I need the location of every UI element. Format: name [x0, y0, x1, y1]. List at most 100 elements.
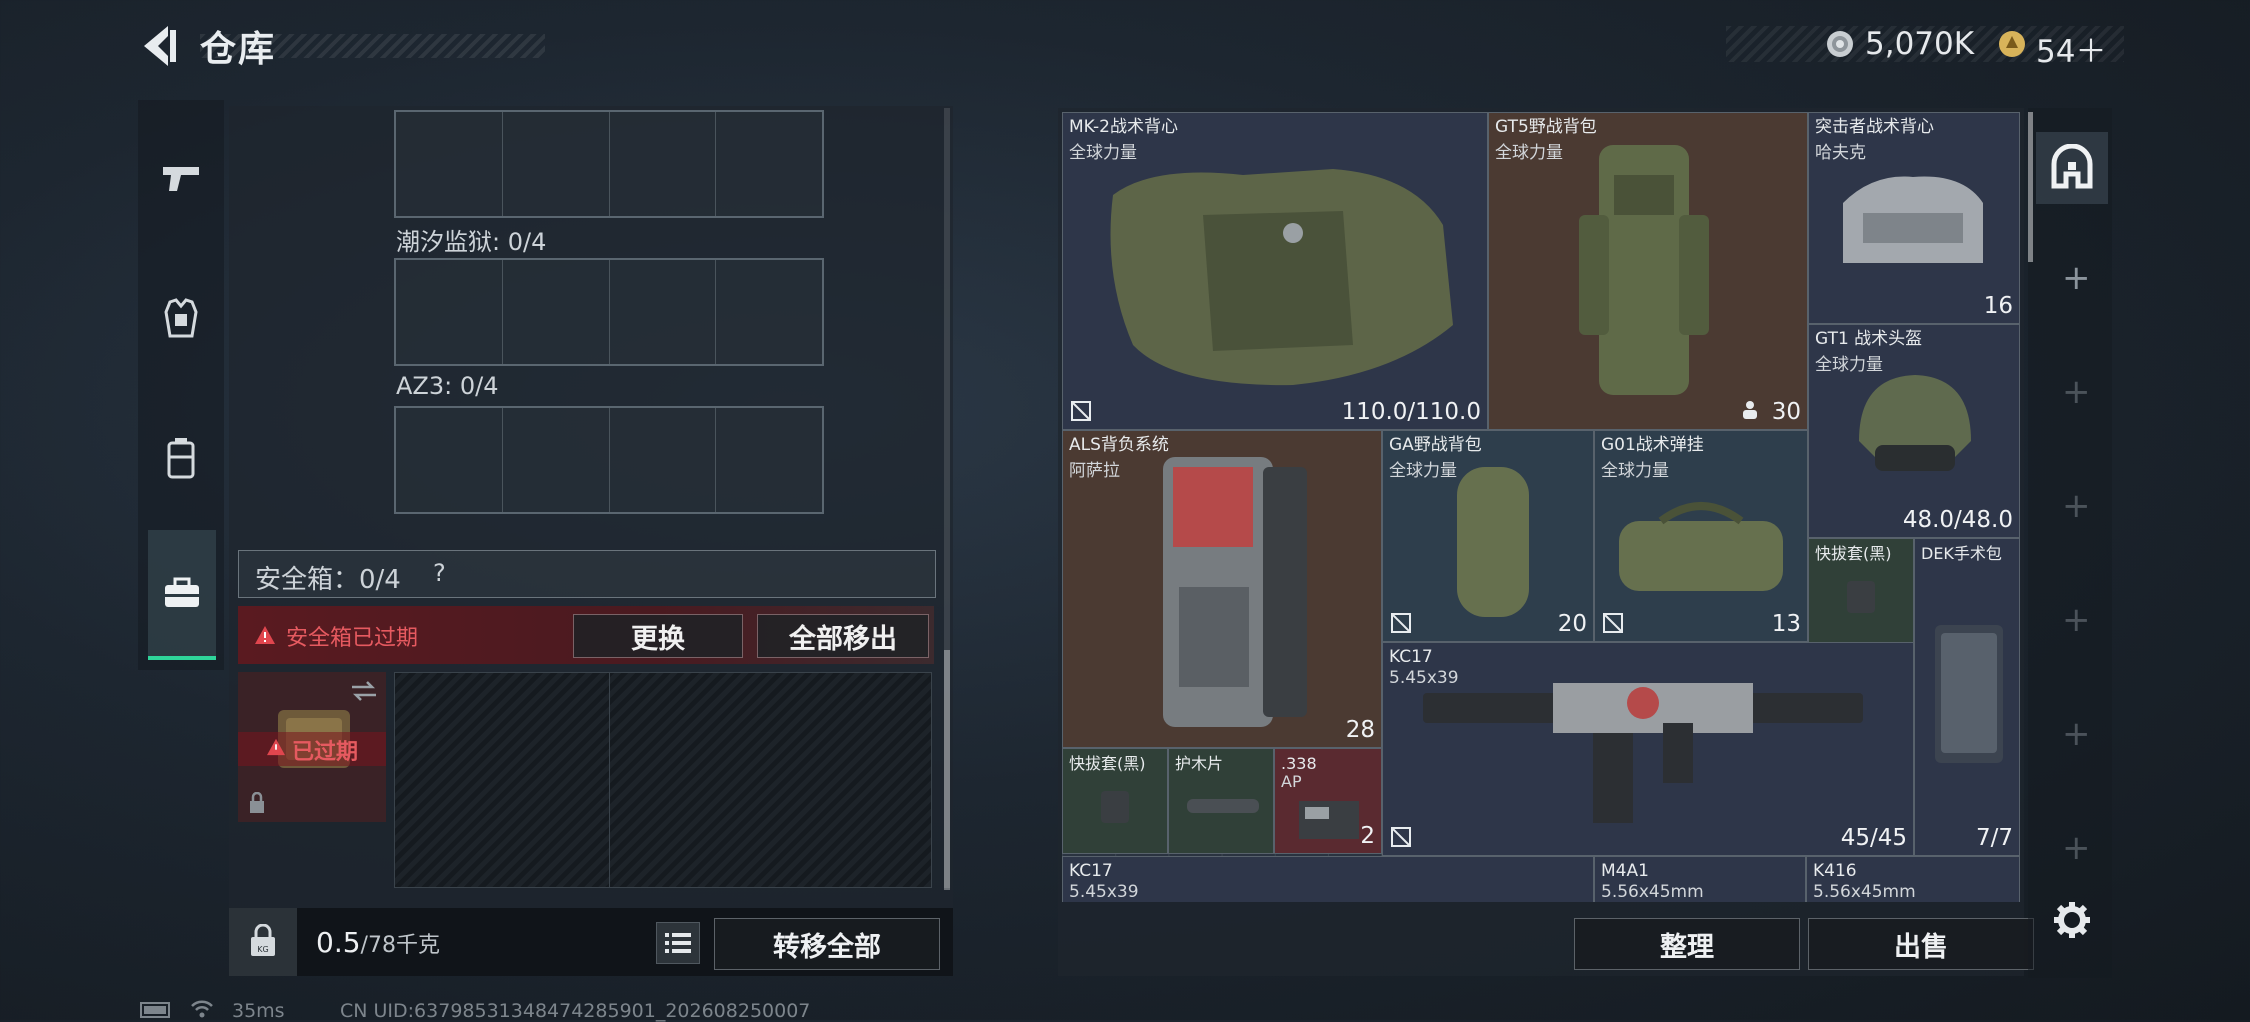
item-name: GA野战背包	[1389, 435, 1482, 455]
battery-icon	[140, 1002, 170, 1018]
briefcase-icon	[165, 577, 199, 607]
item-name: M4A1	[1601, 861, 1649, 881]
stash-page-1-tab[interactable]	[2036, 132, 2108, 204]
move-all-out-button[interactable]: 全部移出	[757, 614, 929, 658]
tab-safebox[interactable]	[148, 530, 216, 660]
item-gt5-backpack[interactable]: GT5野战背包 全球力量 30	[1488, 112, 1808, 430]
organize-button[interactable]: 整理	[1574, 918, 1800, 970]
item-sub: 5.45x39	[1069, 882, 1139, 902]
container-slots-top[interactable]	[394, 110, 824, 218]
safebox-storage-grid[interactable]	[394, 672, 932, 888]
item-raider-vest[interactable]: 突击者战术背心 哈夫克 16	[1808, 112, 2020, 324]
silver-currency-value: 5,070K	[1865, 26, 1975, 62]
list-icon	[665, 933, 691, 953]
item-sub: 哈夫克	[1815, 143, 1866, 163]
stash-home-icon	[2051, 144, 2093, 189]
list-view-button[interactable]	[656, 922, 700, 964]
item-name: .338	[1281, 754, 1317, 773]
gold-currency-value[interactable]: 54＋	[2036, 26, 2106, 71]
stash-scrollbar-thumb[interactable]	[2028, 112, 2033, 262]
lock-icon	[250, 792, 264, 813]
tab-armor[interactable]	[138, 248, 224, 388]
item-ammo: 45/45	[1840, 825, 1907, 851]
no-insurance-icon	[1391, 613, 1411, 633]
tab-backpack[interactable]	[138, 388, 224, 528]
safebox-header: 安全箱：0/4 ?	[238, 550, 936, 598]
weight-display: 0.5/78千克	[316, 926, 440, 959]
capacity-icon	[1743, 401, 1757, 419]
stash-grid[interactable]: MK-2战术背心 全球力量 110.0/110.0 GT5野战背包 全球力量 3…	[1062, 112, 2020, 902]
item-name: G01战术弹挂	[1601, 435, 1704, 455]
tab-weapons[interactable]	[138, 108, 224, 248]
wifi-icon	[191, 1000, 213, 1018]
vest-item-icon	[1843, 176, 1983, 263]
weight-max: /78千克	[360, 933, 440, 958]
container-slots-prison[interactable]	[394, 258, 824, 366]
expired-warning-text: 安全箱已过期	[286, 626, 419, 651]
item-kc17-rifle[interactable]: KC17 5.45x39 45/45	[1382, 642, 1914, 856]
item-ga-backpack[interactable]: GA野战背包 全球力量 20	[1382, 430, 1594, 642]
svg-text:KG: KG	[257, 945, 268, 954]
safebox-item-slot[interactable]: 已过期	[238, 672, 386, 822]
help-icon[interactable]: ?	[433, 559, 446, 587]
safebox-label: 安全箱：0/4	[255, 565, 401, 595]
left-scrollbar-thumb[interactable]	[944, 650, 950, 890]
item-sub: AP	[1281, 772, 1302, 791]
item-k416[interactable]: K416 5.56x45mm	[1806, 856, 2020, 902]
transfer-all-button[interactable]: 转移全部	[714, 918, 940, 970]
container-label-az3: AZ3: 0/4	[396, 372, 499, 400]
item-sub: 5.45x39	[1389, 668, 1459, 688]
item-m4a1[interactable]: M4A1 5.56x45mm	[1594, 856, 1806, 902]
item-holster-2[interactable]: 快拔套(黑)	[1062, 748, 1168, 854]
duffel-item-icon	[1457, 467, 1529, 617]
add-stash-page-button[interactable]: +	[2062, 258, 2091, 298]
item-338-ap[interactable]: .338 AP 2	[1274, 748, 1382, 854]
item-name: GT1 战术头盔	[1815, 329, 1923, 349]
back-arrow-icon[interactable]	[138, 22, 182, 70]
locked-stash-page: +	[2062, 600, 2091, 640]
item-dek-kit[interactable]: DEK手术包 7/7	[1914, 538, 2020, 856]
item-name: KC17	[1389, 647, 1433, 667]
item-name: 快拔套(黑)	[1815, 544, 1892, 563]
pistol-icon	[163, 167, 199, 191]
no-insurance-icon	[1391, 827, 1411, 847]
replace-button[interactable]: 更换	[573, 614, 743, 658]
medkit-item-icon	[1935, 625, 2003, 763]
gold-coin-icon	[1999, 31, 2025, 57]
weight-lock-button[interactable]: KG	[229, 908, 297, 976]
uid-text: CN UID:637985313484742859​01_20260825000…	[340, 1000, 811, 1022]
handguard-item-icon	[1187, 799, 1259, 813]
item-sub: 全球力量	[1389, 461, 1457, 481]
item-capacity: 13	[1771, 611, 1801, 637]
locked-stash-page: +	[2062, 828, 2091, 868]
item-sub: 全球力量	[1815, 355, 1883, 375]
locked-stash-page: +	[2062, 714, 2091, 754]
expired-badge: 已过期	[292, 740, 359, 765]
item-durability: 110.0/110.0	[1341, 399, 1481, 425]
settings-gear-icon[interactable]	[2052, 900, 2092, 940]
item-name: 突击者战术背心	[1815, 117, 1934, 137]
vest-item-icon	[1110, 169, 1453, 386]
sell-button[interactable]: 出售	[1808, 918, 2034, 970]
backpack-icon	[167, 438, 195, 479]
item-name: K416	[1813, 861, 1857, 881]
rifle-item-icon	[1423, 683, 1863, 823]
item-kc17-rifle-2[interactable]: KC17 5.45x39	[1062, 856, 1594, 902]
item-capacity: 20	[1557, 611, 1587, 637]
item-durability: 48.0/48.0	[1902, 507, 2013, 533]
item-name: GT5野战背包	[1495, 117, 1597, 137]
no-insurance-icon	[1071, 401, 1091, 421]
backpack-item-icon	[1163, 457, 1307, 727]
item-capacity: 16	[1983, 293, 2013, 319]
item-handguard[interactable]: 护木片	[1168, 748, 1274, 854]
helmet-item-icon	[1859, 375, 1971, 471]
container-slots-az3[interactable]	[394, 406, 824, 514]
item-g01-rig[interactable]: G01战术弹挂 全球力量 13	[1594, 430, 1808, 642]
item-als-backpack[interactable]: ALS背负系统 阿萨拉 28	[1062, 430, 1382, 748]
swap-icon[interactable]	[350, 680, 378, 702]
item-holster[interactable]: 快拔套(黑)	[1808, 538, 1914, 644]
item-gt1-helmet[interactable]: GT1 战术头盔 全球力量 48.0/48.0	[1808, 324, 2020, 538]
item-sub: 5.56x45mm	[1813, 882, 1916, 902]
item-mk2-vest[interactable]: MK-2战术背心 全球力量 110.0/110.0	[1062, 112, 1488, 430]
weight-value: 0.5	[316, 926, 361, 959]
